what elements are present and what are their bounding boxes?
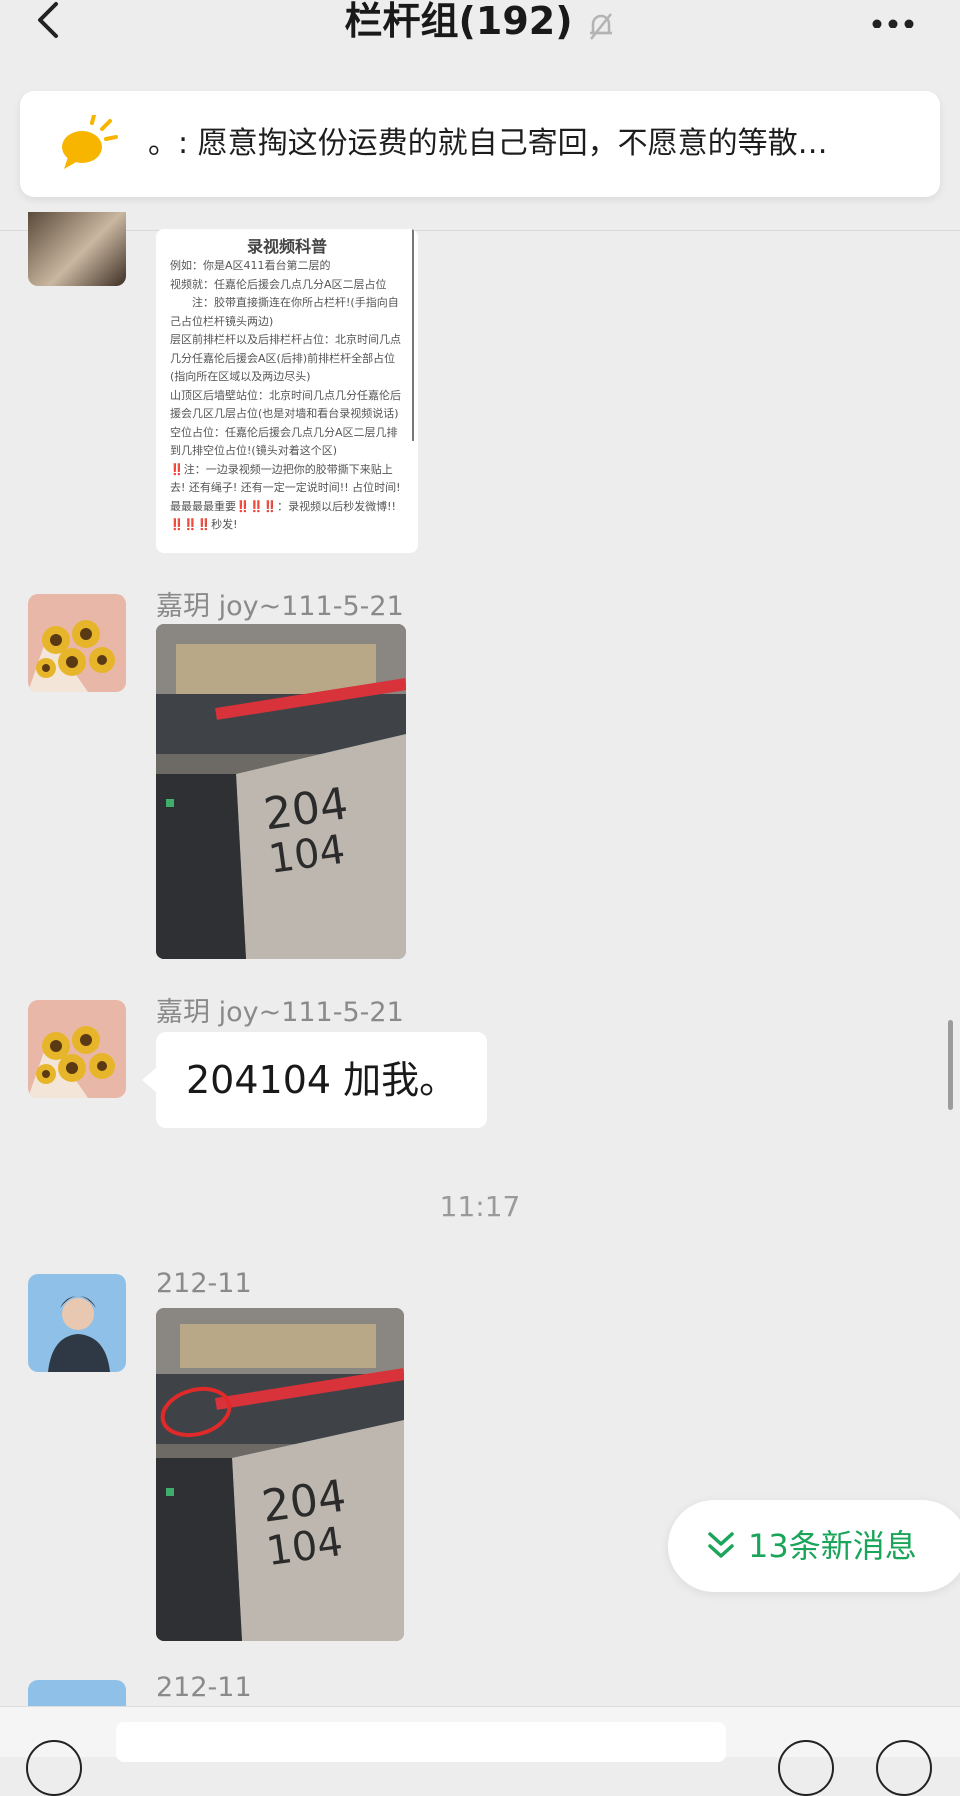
document-line: 视频就：任嘉伦后援会几点几分A区二层占位 [170,277,387,291]
person-photo-image [28,1274,126,1372]
arena-photo[interactable]: 204 104 [156,624,406,959]
voice-icon[interactable] [26,1740,82,1796]
sender-name: 嘉玥 joy~111-5-21 [156,591,404,622]
divider [0,230,960,231]
sender-name: 嘉玥 joy~111-5-21 [156,997,404,1028]
chat-title: 栏杆组(192) [0,0,960,46]
document-line: 例如：你是A区411看台第二层的 [170,259,331,272]
arena-photo[interactable]: 204 104 [156,1308,404,1641]
pinned-notice[interactable]: 。: 愿意掏这份运费的就自己寄回，不愿意的等散… [20,91,940,197]
document-line: 注：胶带直接撕连在你所占栏杆!(手指向自己占位栏杆镜头两边) [170,296,399,328]
more-dots-icon [872,19,914,29]
notice-text: 。: 愿意掏这份运费的就自己寄回，不愿意的等散… [148,126,828,161]
emoji-icon[interactable] [778,1740,834,1796]
group-name: 栏杆组(192) [344,0,573,43]
announcement-speech-icon [58,113,118,171]
more-button[interactable] [870,0,930,40]
sender-name: 212-11 [156,1672,252,1703]
document-title: 录视频科普 [246,237,327,256]
document-image[interactable]: 录视频科普 例如：你是A区411看台第二层的 视频就：任嘉伦后援会几点几分A区二… [156,229,418,553]
avatar[interactable] [28,1000,126,1098]
message-bubble[interactable]: 204104 加我。 [141,1032,488,1128]
avatar[interactable] [28,212,126,286]
sunflower-bouquet-image [28,1000,126,1098]
message-input[interactable] [116,1722,726,1762]
plus-icon[interactable] [876,1740,932,1796]
double-chevron-down-icon [704,1522,738,1570]
document-scrollbar [412,229,414,441]
new-messages-label: 13条新消息 [748,1527,917,1565]
new-messages-button[interactable]: 13条新消息 [668,1500,960,1592]
avatar[interactable] [28,1274,126,1372]
document-line: 层区前排栏杆以及后排栏杆占位：北京时间几点几分任嘉伦后援会A区(后排)前排栏杆全… [170,333,401,383]
document-line: 空位占位：任嘉伦后援会几点几分A区二层几排到几排空位占位!(镜头对着这个区) [170,425,398,458]
document-body: 例如：你是A区411看台第二层的 视频就：任嘉伦后援会几点几分A区二层占位 注：… [170,257,404,535]
scrollbar[interactable] [948,1020,953,1110]
sunflower-bouquet-image [28,594,126,692]
document-line: 最最最最重要‼️‼️‼️：录视频以后秒发微博!! ‼️‼️‼️秒发! [170,499,396,532]
timestamp: 11:17 [439,1190,521,1223]
muted-bell-icon [579,8,616,41]
document-line: 山顶区后墙壁站位：北京时间几点几分任嘉伦后援会几区几层占位(也是对墙和看台录视频… [170,388,401,421]
sender-name: 212-11 [156,1268,252,1299]
document-line: ‼️注：一边录视频一边把你的胶带撕下来贴上去! 还有绳子! 还有一定一定说时间!… [170,462,401,495]
avatar[interactable] [28,594,126,692]
